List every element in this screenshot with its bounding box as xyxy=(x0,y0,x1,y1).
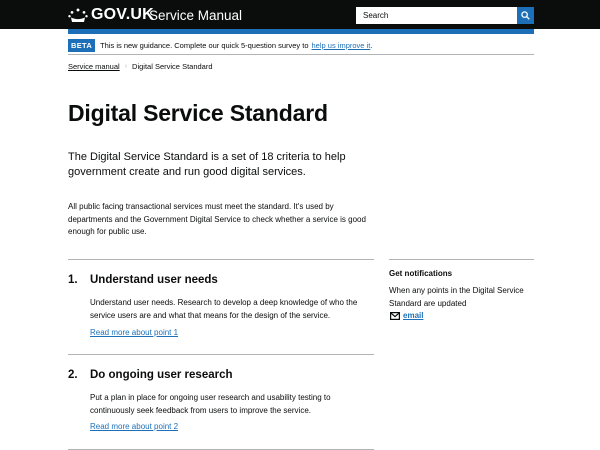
service-name-link[interactable]: Service Manual xyxy=(149,8,242,23)
crown-icon xyxy=(68,8,88,22)
mail-icon xyxy=(390,311,400,320)
notifications-text: When any points in the Digital Service S… xyxy=(389,286,524,308)
point-description: Put a plan in place for ongoing user res… xyxy=(90,393,331,415)
sidebar-divider xyxy=(389,259,534,260)
divider xyxy=(68,259,374,260)
search-button[interactable] xyxy=(517,7,534,24)
breadcrumb-service-manual[interactable]: Service manual xyxy=(68,62,120,71)
email-subscribe: email xyxy=(390,311,423,320)
chevron-right-icon: › xyxy=(124,63,128,70)
point-number: 2. xyxy=(68,369,78,381)
search-form xyxy=(356,7,534,24)
beta-text-suffix: . xyxy=(370,41,373,50)
site-header: GOV.UK Service Manual xyxy=(0,0,600,29)
breadcrumb-current: Digital Service Standard xyxy=(132,62,213,71)
page-title: Digital Service Standard xyxy=(68,100,328,126)
logo-text: GOV.UK xyxy=(91,6,154,23)
lead-paragraph: The Digital Service Standard is a set of… xyxy=(68,151,346,178)
beta-divider xyxy=(68,54,534,55)
intro-paragraph: All public facing transactional services… xyxy=(68,202,366,236)
search-input[interactable] xyxy=(356,7,517,24)
point-title: Understand user needs xyxy=(90,274,218,286)
standard-point: 2. Do ongoing user research Put a plan i… xyxy=(68,369,374,439)
feedback-survey-link[interactable]: help us improve it xyxy=(312,41,371,50)
standard-point: 1. Understand user needs Understand user… xyxy=(68,274,374,344)
breadcrumb: Service manual › Digital Service Standar… xyxy=(68,62,213,71)
beta-text: This is new guidance. Complete our quick… xyxy=(100,41,309,50)
divider xyxy=(68,354,374,355)
point-number: 1. xyxy=(68,274,78,286)
search-icon xyxy=(521,11,530,20)
header-accent-bar xyxy=(68,29,534,34)
beta-tag: BETA xyxy=(68,39,96,52)
email-notifications-link[interactable]: email xyxy=(403,311,423,320)
point-title: Do ongoing user research xyxy=(90,369,233,381)
read-more-point-1-link[interactable]: Read more about point 1 xyxy=(90,328,178,337)
point-description: Understand user needs. Research to devel… xyxy=(90,298,358,320)
read-more-point-2-link[interactable]: Read more about point 2 xyxy=(90,422,178,431)
govuk-logo-link[interactable]: GOV.UK xyxy=(68,6,154,24)
notifications-title: Get notifications xyxy=(389,269,453,278)
beta-banner: BETA This is new guidance. Complete our … xyxy=(68,38,534,53)
